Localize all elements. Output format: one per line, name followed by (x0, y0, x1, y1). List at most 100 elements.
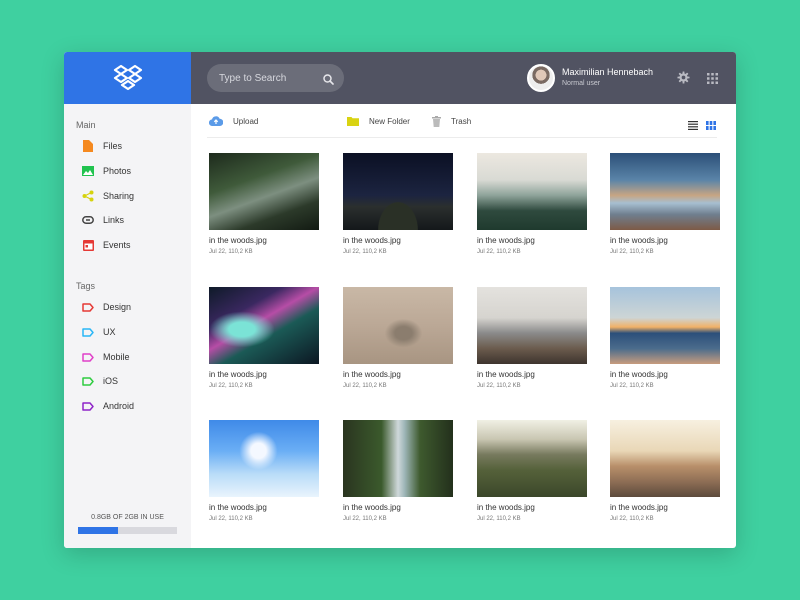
avatar[interactable] (527, 64, 555, 92)
tag-label: Mobile (103, 352, 130, 362)
file-tile[interactable]: in the woods.jpg Jul 22, 110,2 KB (209, 420, 319, 522)
file-thumbnail (343, 420, 453, 497)
dropbox-logo-icon (113, 64, 142, 91)
section-title-main: Main (76, 120, 96, 130)
calendar-icon (82, 239, 94, 251)
user-role: Normal user (562, 80, 601, 87)
file-thumbnail (610, 153, 720, 230)
file-name: in the woods.jpg (610, 503, 668, 512)
search-input[interactable] (219, 72, 319, 84)
new-folder-button[interactable]: New Folder (347, 116, 410, 126)
trash-button[interactable]: Trash (432, 116, 471, 127)
file-meta: Jul 22, 110,2 KB (209, 516, 253, 522)
search-icon[interactable] (323, 72, 334, 90)
file-thumbnail (477, 420, 587, 497)
tag-icon (82, 301, 94, 313)
file-meta: Jul 22, 110,2 KB (343, 383, 387, 389)
file-name: in the woods.jpg (343, 370, 401, 379)
file-thumbnail (477, 153, 587, 230)
sidebar-item-sharing[interactable]: Sharing (82, 188, 134, 204)
file-meta: Jul 22, 110,2 KB (610, 383, 654, 389)
file-tile[interactable]: in the woods.jpg Jul 22, 110,2 KB (477, 287, 587, 389)
file-meta: Jul 22, 110,2 KB (343, 516, 387, 522)
file-tile[interactable]: in the woods.jpg Jul 22, 110,2 KB (343, 153, 453, 255)
file-thumbnail (610, 287, 720, 364)
tag-label: iOS (103, 376, 119, 386)
storage-usage-text: 0.8GB OF 2GB IN USE (91, 514, 164, 521)
trash-label: Trash (451, 117, 472, 126)
tag-ios[interactable]: iOS (82, 373, 118, 389)
file-name: in the woods.jpg (477, 503, 535, 512)
tag-icon (82, 375, 94, 387)
tag-icon (82, 400, 94, 412)
file-meta: Jul 22, 110,2 KB (209, 249, 253, 255)
section-title-tags: Tags (76, 281, 96, 291)
upload-label: Upload (233, 116, 259, 126)
tag-icon (82, 351, 94, 363)
sidebar-item-photos[interactable]: Photos (82, 163, 131, 179)
file-tile[interactable]: in the woods.jpg Jul 22, 110,2 KB (343, 287, 453, 389)
file-name: in the woods.jpg (610, 370, 668, 379)
upload-button[interactable]: Upload (209, 116, 258, 126)
photo-icon (82, 165, 94, 177)
file-name: in the woods.jpg (209, 236, 267, 245)
search-box[interactable] (207, 64, 344, 92)
new-folder-label: New Folder (369, 116, 410, 126)
file-meta: Jul 22, 110,2 KB (610, 249, 654, 255)
user-name[interactable]: Maximilian Hennebach (562, 67, 653, 77)
file-meta: Jul 22, 110,2 KB (477, 516, 521, 522)
file-tile[interactable]: in the woods.jpg Jul 22, 110,2 KB (209, 153, 319, 255)
file-thumbnail (343, 153, 453, 230)
file-tile[interactable]: in the woods.jpg Jul 22, 110,2 KB (610, 420, 720, 522)
file-thumbnail (610, 420, 720, 497)
file-tile[interactable]: in the woods.jpg Jul 22, 110,2 KB (477, 153, 587, 255)
file-thumbnail (343, 287, 453, 364)
tag-mobile[interactable]: Mobile (82, 349, 130, 365)
file-thumbnail (209, 153, 319, 230)
toolbar-divider (207, 137, 717, 138)
list-view-icon[interactable] (688, 117, 698, 135)
file-name: in the woods.jpg (209, 370, 267, 379)
top-bar: Maximilian Hennebach Normal user (191, 52, 736, 104)
sidebar: Main Files Photos Sharing Links Events T… (64, 52, 191, 548)
tag-design[interactable]: Design (82, 299, 131, 315)
file-meta: Jul 22, 110,2 KB (477, 383, 521, 389)
file-name: in the woods.jpg (209, 503, 267, 512)
file-meta: Jul 22, 110,2 KB (343, 249, 387, 255)
sidebar-item-events[interactable]: Events (82, 237, 131, 253)
file-tile[interactable]: in the woods.jpg Jul 22, 110,2 KB (343, 420, 453, 522)
sidebar-item-links[interactable]: Links (82, 212, 124, 228)
tag-ux[interactable]: UX (82, 324, 116, 340)
sidebar-item-files[interactable]: Files (82, 138, 122, 154)
file-meta: Jul 22, 110,2 KB (209, 383, 253, 389)
apps-grid-icon[interactable] (707, 71, 721, 85)
file-name: in the woods.jpg (610, 236, 668, 245)
share-icon (82, 190, 94, 202)
file-tile[interactable]: in the woods.jpg Jul 22, 110,2 KB (610, 287, 720, 389)
file-tile[interactable]: in the woods.jpg Jul 22, 110,2 KB (209, 287, 319, 389)
file-thumbnail (477, 287, 587, 364)
file-name: in the woods.jpg (343, 236, 401, 245)
file-name: in the woods.jpg (477, 370, 535, 379)
cloud-upload-icon (209, 116, 223, 126)
gear-icon[interactable] (677, 71, 691, 85)
logo[interactable] (64, 52, 191, 104)
tag-android[interactable]: Android (82, 398, 134, 414)
sidebar-item-label: Events (103, 240, 131, 250)
tag-label: Design (103, 302, 132, 312)
file-thumbnail (209, 287, 319, 364)
file-tile[interactable]: in the woods.jpg Jul 22, 110,2 KB (610, 153, 720, 255)
file-thumbnail (209, 420, 319, 497)
tag-label: UX (103, 327, 116, 337)
tag-icon (82, 326, 94, 338)
file-icon (82, 140, 94, 152)
storage-usage-fill (78, 527, 118, 534)
storage-usage-bar (78, 527, 177, 534)
sidebar-item-label: Photos (103, 166, 132, 176)
grid-view-icon[interactable] (706, 117, 716, 135)
file-name: in the woods.jpg (343, 503, 401, 512)
file-tile[interactable]: in the woods.jpg Jul 22, 110,2 KB (477, 420, 587, 522)
app-window: Main Files Photos Sharing Links Events T… (64, 52, 736, 548)
sidebar-item-label: Files (103, 141, 123, 151)
sidebar-item-label: Links (103, 215, 125, 225)
